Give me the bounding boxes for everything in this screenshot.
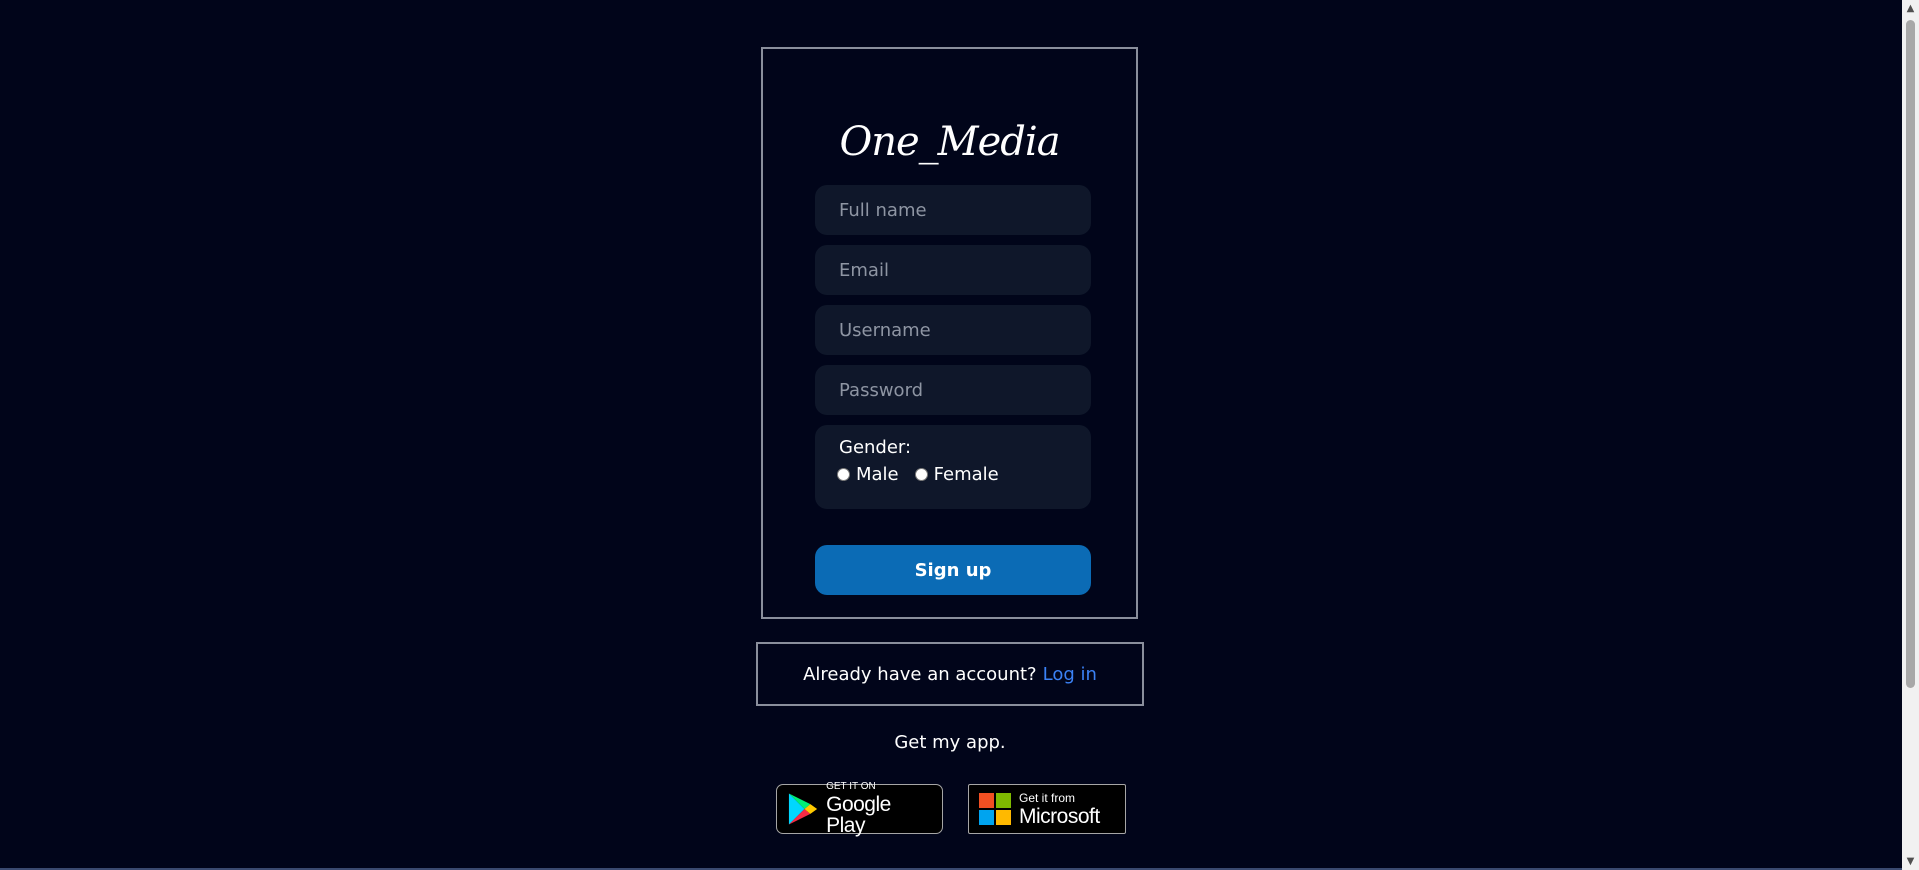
login-prompt-box: Already have an account? Log in: [756, 642, 1144, 706]
scroll-thumb[interactable]: [1906, 20, 1915, 688]
email-input[interactable]: [815, 245, 1091, 295]
login-prompt-text: Already have an account?: [803, 663, 1037, 685]
microsoft-small: Get it from: [1019, 790, 1076, 805]
gender-option-male[interactable]: Male: [837, 464, 899, 485]
gender-group: Gender: Male Female: [815, 425, 1091, 509]
microsoft-logo-icon: [979, 793, 1011, 825]
google-play-small: GET IT ON: [826, 781, 876, 792]
scroll-down-arrow-icon[interactable]: ▼: [1902, 853, 1919, 870]
microsoft-big: Microsoft: [1019, 804, 1100, 828]
brand-logo: One_Media: [839, 119, 1060, 165]
google-play-icon: [788, 793, 818, 825]
username-input[interactable]: [815, 305, 1091, 355]
google-play-text: GET IT ON Google Play: [826, 781, 932, 837]
microsoft-text: Get it from Microsoft: [1019, 792, 1100, 827]
female-label: Female: [933, 464, 999, 485]
get-app-text: Get my app.: [894, 732, 1006, 753]
signup-button[interactable]: Sign up: [815, 545, 1091, 595]
signup-page: One_Media Gender: Male Female Sign up Al…: [0, 0, 1919, 870]
gender-option-female[interactable]: Female: [914, 464, 999, 485]
gender-options: Male Female: [837, 464, 1067, 485]
login-link[interactable]: Log in: [1043, 664, 1097, 685]
google-play-badge[interactable]: GET IT ON Google Play: [776, 781, 943, 837]
male-radio[interactable]: [837, 468, 850, 481]
google-play-big: Google Play: [826, 793, 891, 837]
signup-card: One_Media Gender: Male Female Sign up: [761, 47, 1138, 619]
female-radio[interactable]: [914, 468, 928, 481]
scroll-up-arrow-icon[interactable]: ▲: [1902, 0, 1919, 17]
microsoft-store-badge[interactable]: Get it from Microsoft: [968, 784, 1126, 834]
password-input[interactable]: [815, 365, 1091, 415]
full-name-input[interactable]: [815, 185, 1091, 235]
gender-label: Gender:: [839, 437, 912, 458]
vertical-scrollbar[interactable]: ▲ ▼: [1902, 0, 1919, 870]
male-label: Male: [856, 464, 899, 485]
